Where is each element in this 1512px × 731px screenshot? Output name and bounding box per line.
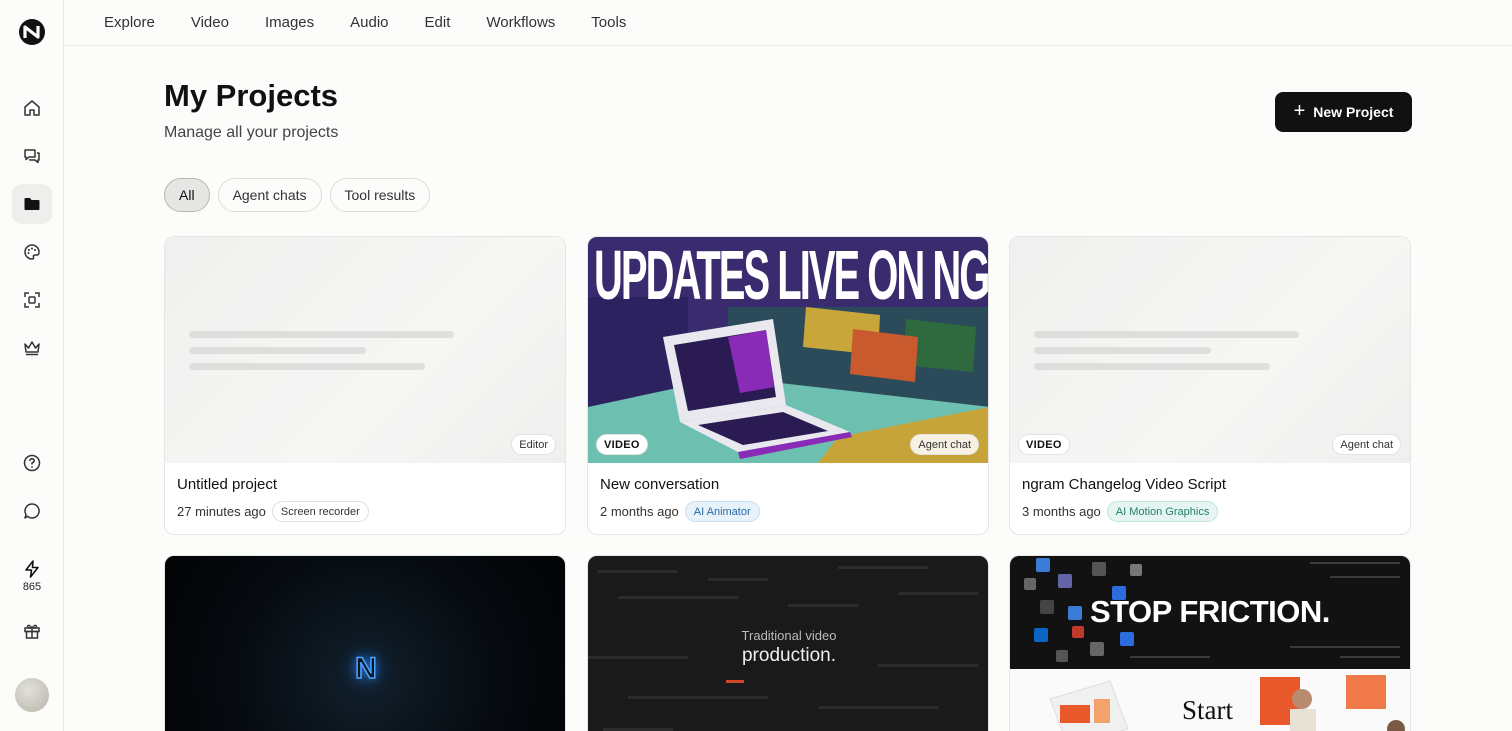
project-time: 3 months ago [1022,504,1101,519]
nav-tools[interactable]: Tools [591,14,626,31]
project-meta: 2 months ago AI Animator [600,501,760,522]
nav-video[interactable]: Video [191,14,229,31]
sidebar: 865 [0,0,64,731]
project-thumbnail: UPDATES LIVE ON NGRAM VIDEO Agent chat [588,237,988,463]
thumbnail-headline: UPDATES LIVE ON NGRAM [594,237,988,315]
credits-count: 865 [22,581,42,593]
page-subtitle: Manage all your projects [164,124,339,141]
palette-icon[interactable] [12,232,52,272]
filter-chips: All Agent chats Tool results [164,178,431,212]
chat-bubbles-icon[interactable] [12,136,52,176]
thumbnail-streaks [588,566,978,731]
gift-icon[interactable] [12,611,52,651]
message-circle-icon[interactable] [12,491,52,531]
project-thumbnail-placeholder: VIDEO Agent chat [1010,237,1410,463]
project-time: 2 months ago [600,504,679,519]
corner-tag: Agent chat [910,434,979,455]
ngram-logo-icon[interactable] [16,16,48,48]
corner-tag: Editor [511,434,556,455]
credits-counter[interactable]: 865 [12,556,52,596]
tool-badge: AI Motion Graphics [1106,501,1219,522]
crown-icon[interactable] [12,328,52,368]
project-card[interactable]: VIDEO Agent chat ngram Changelog Video S… [1009,236,1411,535]
project-card[interactable]: STOP FRICTION. Start [1009,555,1411,731]
home-icon[interactable] [12,88,52,128]
thumbnail-light-panel: Start [1010,669,1410,731]
project-thumbnail-placeholder: Editor [165,237,565,463]
thumbnail-start: Start [1182,695,1233,725]
lightning-icon [25,560,39,578]
nav-edit[interactable]: Edit [425,14,451,31]
project-meta: 3 months ago AI Motion Graphics [1022,501,1219,522]
filter-agent-chats[interactable]: Agent chats [217,178,322,212]
folder-icon[interactable] [12,184,52,224]
project-card[interactable]: UPDATES LIVE ON NGRAM VIDEO Agent chat N… [587,236,989,535]
thumbnail-logo: N [354,651,377,686]
skeleton-line [189,363,425,370]
filter-tool-results[interactable]: Tool results [329,178,431,212]
top-nav: Explore Video Images Audio Edit Workflow… [64,0,1512,46]
type-tag: VIDEO [1018,434,1070,455]
avatar[interactable] [15,678,49,712]
skeleton-line [1034,331,1299,338]
project-card[interactable]: Editor Untitled project 27 minutes ago S… [164,236,566,535]
thumbnail-line1: Traditional video [741,628,837,643]
filter-all[interactable]: All [164,178,210,212]
project-title: Untitled project [177,476,278,493]
project-title: New conversation [600,476,720,493]
scan-icon[interactable] [12,280,52,320]
page-title: My Projects [164,78,339,113]
project-meta: 27 minutes ago Screen recorder [177,501,369,522]
nav-audio[interactable]: Audio [350,14,388,31]
nav-explore[interactable]: Explore [104,14,155,31]
skeleton-line [1034,347,1211,354]
project-card[interactable]: N [164,555,566,731]
skeleton-line [189,347,366,354]
type-tag: VIDEO [596,434,648,455]
thumbnail-headline: STOP FRICTION. [1090,594,1330,629]
tool-badge: Screen recorder [271,501,369,522]
thumbnail-dark-panel: STOP FRICTION. [1010,556,1410,669]
help-circle-icon[interactable] [12,443,52,483]
skeleton-line [189,331,454,338]
new-project-label: New Project [1313,104,1394,120]
new-project-button[interactable]: + New Project [1275,92,1412,132]
nav-workflows[interactable]: Workflows [486,14,555,31]
thumbnail-line2: production. [741,645,836,666]
plus-icon: + [1293,100,1306,122]
project-card[interactable]: Traditional video production. [587,555,989,731]
skeleton-line [1034,363,1270,370]
corner-tag: Agent chat [1332,434,1401,455]
project-time: 27 minutes ago [177,504,266,519]
project-title: ngram Changelog Video Script [1022,476,1227,493]
tool-badge: AI Animator [684,501,760,522]
nav-images[interactable]: Images [265,14,314,31]
